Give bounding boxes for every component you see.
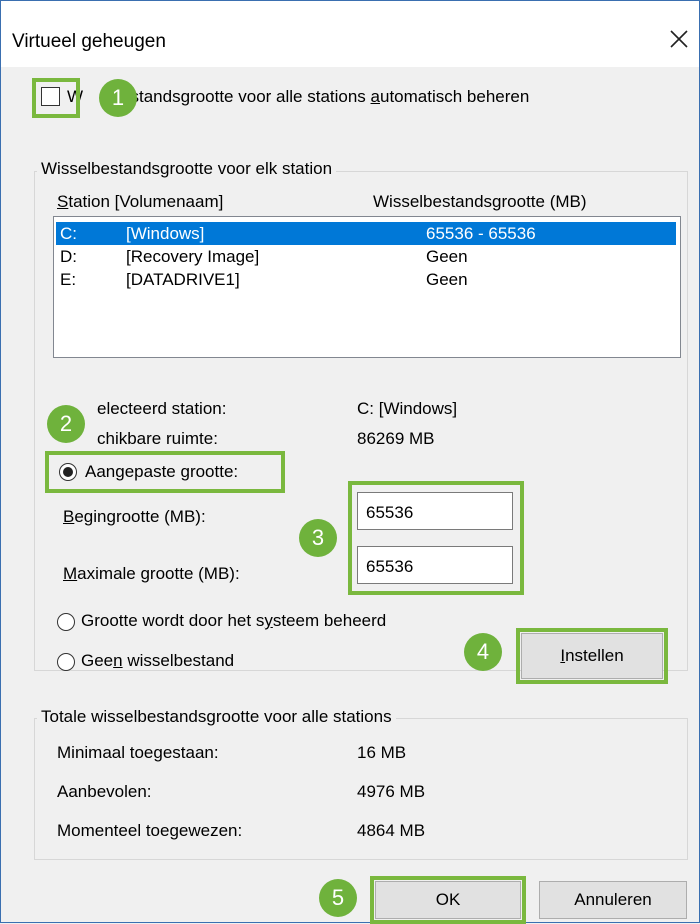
drive-row-d[interactable]: D: [Recovery Image] Geen xyxy=(56,245,676,268)
auto-manage-label-end: utomatisch beheren xyxy=(380,87,530,106)
custom-size-label-end: rootte: xyxy=(189,462,239,481)
recommended-label: Aanbevolen: xyxy=(57,782,152,801)
no-paging-file-radio[interactable] xyxy=(57,653,75,671)
selected-drive-label: electeerd station: xyxy=(97,399,227,418)
free-space-label: chikbare ruimte: xyxy=(97,429,218,448)
initial-label-rest: egingrootte (MB): xyxy=(74,507,206,526)
auto-manage-label-rest: estandsgrootte voor alle stations xyxy=(121,87,371,106)
set-button-label: nstellen xyxy=(565,646,624,665)
system-managed-radio[interactable] xyxy=(57,613,75,631)
drive-letter: D: xyxy=(60,247,77,266)
drive-row-c[interactable]: C: [Windows] 65536 - 65536 xyxy=(56,222,676,245)
system-managed-label-end: steem beheerd xyxy=(272,611,387,630)
custom-size-label-start: Aangepaste xyxy=(85,462,181,481)
column-header-station: Station [Volumenaam] xyxy=(57,192,223,212)
step-badge-1: 1 xyxy=(99,79,137,117)
max-access-key: M xyxy=(63,564,78,583)
drive-list[interactable]: C: [Windows] 65536 - 65536 D: [Recovery … xyxy=(53,216,681,358)
drive-letter: E: xyxy=(60,270,77,289)
currently-allocated-value: 4864 MB xyxy=(357,821,426,840)
drive-row-e[interactable]: E: [DATADRIVE1] Geen xyxy=(56,268,676,291)
initial-access-key: B xyxy=(63,507,75,526)
recommended-value: 4976 MB xyxy=(357,782,426,801)
station-access-key: S xyxy=(57,192,69,211)
max-size-label: Maximale grootte (MB): xyxy=(63,564,240,584)
step-badge-2: 2 xyxy=(47,405,85,443)
initial-size-input[interactable]: 65536 xyxy=(357,492,513,530)
per-drive-group-label: Wisselbestandsgrootte voor elk station xyxy=(37,159,337,179)
drive-size: Geen xyxy=(426,270,468,289)
close-icon[interactable] xyxy=(665,25,693,53)
step-badge-5: 5 xyxy=(319,879,357,917)
ok-button[interactable]: OK xyxy=(375,881,521,919)
system-managed-access-key: y xyxy=(264,611,273,630)
set-button[interactable]: Instellen xyxy=(521,633,663,679)
drive-name: [Windows] xyxy=(126,224,205,243)
no-paging-label-start: Gee xyxy=(81,651,114,670)
step-badge-3: 3 xyxy=(299,519,337,557)
station-header-rest: tation [Volumenaam] xyxy=(68,192,224,211)
virtual-memory-dialog: Virtueel geheugen Westandsgrootte voor a… xyxy=(0,0,700,924)
column-header-size: Wisselbestandsgrootte (MB) xyxy=(373,192,587,211)
minimum-allowed-label: Minimaal toegestaan: xyxy=(57,743,219,762)
currently-allocated-label: Momenteel toegewezen: xyxy=(57,821,243,840)
minimum-allowed-value: 16 MB xyxy=(357,743,407,762)
custom-size-radio[interactable] xyxy=(59,463,77,481)
no-paging-access-key: n xyxy=(113,651,123,670)
max-label-rest: aximale grootte (MB): xyxy=(77,564,240,583)
step-badge-4: 4 xyxy=(464,633,502,671)
dialog-title: Virtueel geheugen xyxy=(12,31,166,52)
max-size-input[interactable]: 65536 xyxy=(357,546,513,584)
selected-drive-value: C: [Windows] xyxy=(357,399,458,418)
system-managed-label[interactable]: Grootte wordt door het systeem beheerd xyxy=(81,611,386,631)
cancel-button[interactable]: Annuleren xyxy=(539,881,687,919)
title-bar: Virtueel geheugen xyxy=(1,1,699,67)
drive-size: 65536 - 65536 xyxy=(426,224,536,243)
drive-name: [Recovery Image] xyxy=(126,247,260,266)
drive-name: [DATADRIVE1] xyxy=(126,270,240,289)
no-paging-file-label[interactable]: Geen wisselbestand xyxy=(81,651,234,671)
auto-manage-label-start: W xyxy=(67,87,84,106)
initial-size-label: Begingrootte (MB): xyxy=(63,507,206,527)
free-space-value: 86269 MB xyxy=(357,429,435,448)
custom-size-label[interactable]: Aangepaste grootte: xyxy=(85,462,238,482)
totals-group-label: Totale wisselbestandsgrootte voor alle s… xyxy=(37,707,396,727)
custom-size-access-key: g xyxy=(180,462,190,481)
auto-manage-checkbox[interactable] xyxy=(41,87,60,106)
drive-letter: C: xyxy=(60,224,77,243)
drive-size: Geen xyxy=(426,247,468,266)
system-managed-label-start: Grootte wordt door het s xyxy=(81,611,265,630)
no-paging-label-end: wisselbestand xyxy=(122,651,235,670)
auto-manage-access-key: a xyxy=(370,87,380,106)
